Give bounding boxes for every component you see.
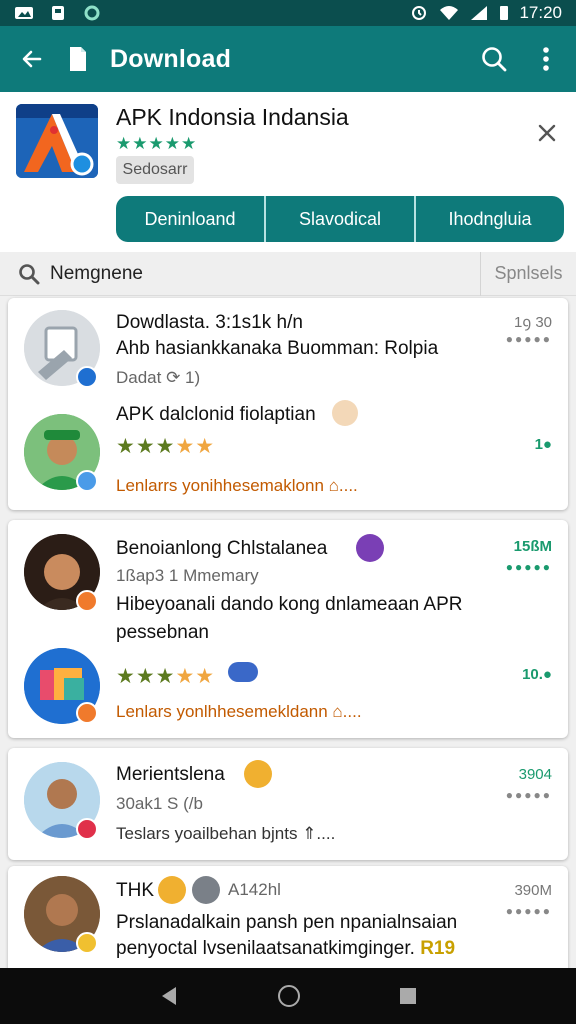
message-icon bbox=[52, 6, 64, 20]
item-title: Dowdlasta. 3:1s1k h/n bbox=[116, 312, 303, 333]
item-title: APK dalclonid fiolaptian bbox=[116, 404, 316, 425]
battery-icon bbox=[500, 6, 509, 20]
item-author: A142hl bbox=[228, 880, 281, 899]
more-vert-icon bbox=[543, 47, 549, 71]
search-button[interactable] bbox=[468, 33, 520, 85]
verified-badge-icon bbox=[76, 366, 98, 388]
item-link[interactable]: Teslars yoailbehan bjnts ⇑.... bbox=[116, 824, 335, 844]
wifi-icon bbox=[440, 6, 459, 20]
item-subtitle: 30ak1 S (/b bbox=[116, 794, 203, 813]
item-size: 3904 bbox=[518, 766, 552, 783]
emoji-icon bbox=[332, 400, 358, 426]
back-arrow-icon bbox=[22, 50, 42, 68]
app-logo bbox=[16, 104, 98, 178]
item-subtitle: Dadat ⟳ 1) bbox=[116, 368, 201, 387]
app-header: APK Indonsia Indansia ★★★★★ Sedosarr Den… bbox=[0, 92, 576, 252]
recents-nav-icon[interactable] bbox=[398, 986, 418, 1006]
more-dots-icon[interactable]: ●●●●● bbox=[506, 904, 552, 918]
item-description: Ahb hasiankkanaka Buomman: Rolpia bbox=[116, 338, 439, 359]
search-input[interactable]: Nemgnene bbox=[50, 263, 480, 285]
item-title: Merientslena bbox=[116, 764, 225, 785]
item-subtitle: 1ßap3 1 Mmemary bbox=[116, 566, 259, 585]
item-description: Prslanadalkain pansh pen npanialnsaian bbox=[116, 912, 458, 933]
badge-icon bbox=[76, 470, 98, 492]
item-link[interactable]: Lenlarrs yonihhesemaklonn ⌂.... bbox=[116, 476, 358, 496]
item-size: 15ßM bbox=[513, 538, 552, 555]
item-link[interactable]: Lenlars yonlhhesemekldann ⌂.... bbox=[116, 702, 362, 722]
rating-stars: ★★★★★ bbox=[116, 435, 216, 458]
list-card[interactable]: Merientslena 30ak1 S (/b Teslars yoailbe… bbox=[8, 748, 568, 860]
more-dots-icon[interactable]: ●●●●● bbox=[506, 788, 552, 802]
status-time: 17:20 bbox=[519, 3, 562, 22]
item-rank: 1● bbox=[534, 436, 552, 453]
emoji-icon bbox=[244, 760, 272, 788]
badge-icon bbox=[76, 932, 98, 954]
item-title: Benoianlong Chlstalanea bbox=[116, 538, 328, 559]
signal-icon bbox=[471, 6, 488, 20]
item-description-line2: penyoctal lvsenilaatsanatkimginger. R19 bbox=[116, 938, 456, 959]
list-card[interactable]: Dowdlasta. 3:1s1k h/n Ahb hasiankkanaka … bbox=[8, 298, 568, 510]
sync-icon bbox=[84, 5, 100, 21]
segmented-control: Deninloand Slavodical Ihodngluia bbox=[116, 196, 564, 242]
item-description-line2: pessebnan bbox=[116, 622, 209, 643]
alarm-icon bbox=[412, 6, 427, 20]
overflow-menu-button[interactable] bbox=[520, 33, 572, 85]
filter-button[interactable]: Spnlsels bbox=[480, 251, 576, 296]
segment-other[interactable]: Ihodngluia bbox=[416, 196, 564, 242]
item-description: Hibeyoanali dando kong dnlameaan APR bbox=[116, 594, 463, 615]
search-bar: Nemgnene Spnlsels bbox=[0, 251, 576, 296]
more-dots-icon[interactable]: ●●●●● bbox=[506, 560, 552, 574]
item-size: 390M bbox=[514, 882, 552, 899]
segment-download[interactable]: Deninloand bbox=[116, 196, 266, 242]
segment-standard[interactable]: Slavodical bbox=[266, 196, 416, 242]
badge-icon bbox=[76, 818, 98, 840]
gallery-icon bbox=[15, 7, 33, 19]
item-size: 1ꝯ 30 bbox=[514, 314, 552, 331]
item-title: THK bbox=[116, 880, 154, 901]
list-card[interactable]: Benoianlong Chlstalanea 1ßap3 1 Mmemary … bbox=[8, 520, 568, 738]
badge-icon bbox=[76, 590, 98, 612]
emoji-icon bbox=[158, 876, 186, 904]
search-icon bbox=[482, 47, 507, 72]
search-icon bbox=[18, 263, 40, 285]
item-tag: R19 bbox=[420, 938, 456, 959]
close-button[interactable] bbox=[532, 118, 562, 148]
flag-icon bbox=[356, 534, 384, 562]
app-rating: ★★★★★ bbox=[116, 134, 198, 153]
back-button[interactable] bbox=[0, 47, 64, 71]
system-nav-bar bbox=[0, 968, 576, 1024]
more-dots-icon[interactable]: ●●●●● bbox=[506, 332, 552, 346]
app-bar: Download bbox=[0, 26, 576, 92]
badge-icon bbox=[76, 702, 98, 724]
chat-icon bbox=[192, 876, 220, 904]
back-nav-icon[interactable] bbox=[158, 985, 180, 1007]
app-name: APK Indonsia Indansia bbox=[116, 104, 349, 130]
page-title: Download bbox=[110, 44, 232, 73]
document-icon bbox=[64, 46, 92, 72]
item-rank: 10.● bbox=[522, 666, 552, 683]
list-card[interactable]: THK A142hl Prslanadalkain pansh pen npan… bbox=[8, 866, 568, 976]
home-nav-icon[interactable] bbox=[277, 984, 301, 1008]
close-icon bbox=[538, 124, 556, 142]
app-category-chip[interactable]: Sedosarr bbox=[116, 156, 194, 184]
emoji-icon bbox=[228, 662, 258, 682]
rating-stars: ★★★★★ bbox=[116, 665, 216, 688]
status-bar: 17:20 bbox=[0, 0, 576, 26]
